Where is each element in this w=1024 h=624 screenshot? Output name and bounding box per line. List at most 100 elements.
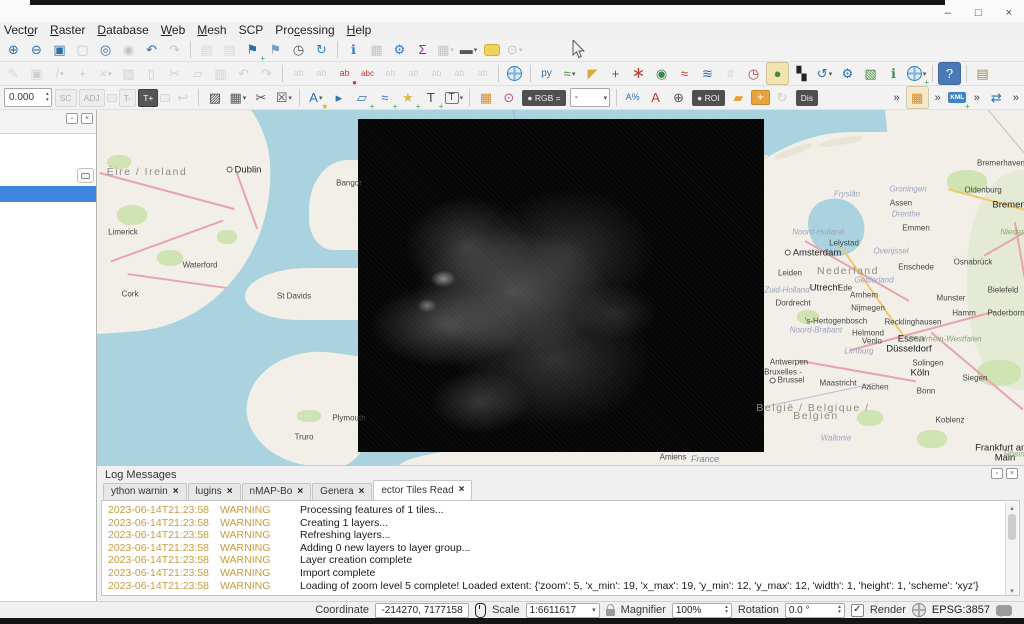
add-polygon-icon[interactable]: ▱+ [351, 87, 372, 108]
zoom-out-icon[interactable]: ⊖ [26, 39, 47, 60]
wps-gear-icon[interactable]: ⚙ [837, 63, 858, 84]
metasearch-globe-icon[interactable] [504, 63, 525, 84]
identify-features-icon[interactable]: ℹ [343, 39, 364, 60]
menu-database[interactable]: Database [90, 23, 155, 37]
python-console-icon[interactable]: py [536, 63, 557, 84]
topology-icon[interactable]: # [720, 63, 741, 84]
menu-processing[interactable]: Processing [268, 23, 341, 37]
paste-features-icon[interactable]: ▥ [210, 63, 231, 84]
vertex-tool-icon[interactable]: ×▾ [95, 63, 116, 84]
log-tab[interactable]: Genera× [312, 483, 372, 500]
new-bookmark-icon[interactable]: ▤ [196, 39, 217, 60]
undo-history-icon[interactable]: ↺▾ [814, 63, 835, 84]
coordinate-capture-icon[interactable]: + [605, 63, 626, 84]
statistical-summary-icon[interactable]: Σ [412, 39, 433, 60]
scp-preview-icon[interactable]: ⊙ [498, 87, 519, 108]
zoom-full-icon[interactable]: ▣ [49, 39, 70, 60]
rgb-combo[interactable]: -▾ [570, 88, 611, 107]
t-minus-button[interactable]: T- [119, 89, 137, 107]
log-tab[interactable]: ython warnin× [103, 483, 187, 500]
favorites-icon[interactable]: ● [766, 62, 789, 85]
menu-web[interactable]: Web [154, 23, 192, 37]
scp-bandset-icon[interactable]: ▦ [475, 87, 496, 108]
coordinate-input[interactable]: -214270, 7177158 [375, 603, 469, 618]
angle-spinbox[interactable]: 0.000▴▾ [4, 88, 52, 107]
rotation-spin[interactable]: 0.0 °▴▾ [785, 603, 845, 618]
roi-redo-icon[interactable]: ↻ [772, 87, 793, 108]
scp-zoom-icon[interactable]: ⊕ [668, 87, 689, 108]
menu-scp[interactable]: SCP [232, 23, 271, 37]
timer-icon[interactable]: ◷ [743, 63, 764, 84]
menu-raster[interactable]: Raster [43, 23, 92, 37]
scale-combo[interactable]: 1:6611617▾ [526, 603, 600, 618]
tab-close-icon[interactable]: × [173, 487, 179, 497]
scp-percent-icon[interactable]: A% [622, 87, 643, 108]
copy-features-icon[interactable]: ▱ [187, 63, 208, 84]
layer-info-icon[interactable]: ℹ [883, 63, 904, 84]
log-list[interactable]: 2023-06-14T21:23:58WARNINGProcessing fea… [101, 500, 1020, 596]
scp-calc-icon[interactable]: ▦ [906, 86, 929, 109]
measure-icon[interactable]: ▬▾ [458, 39, 479, 60]
tab-close-icon[interactable]: × [459, 485, 465, 495]
style-manager-icon[interactable]: ▨ [204, 87, 225, 108]
t-plus-button[interactable]: T+ [138, 89, 158, 107]
add-star-icon[interactable]: ★+ [397, 87, 418, 108]
kml-export-icon[interactable]: KML+ [947, 87, 968, 108]
temporal-controller-icon[interactable]: ◷ [288, 39, 309, 60]
toggle-editing-icon[interactable]: ✎ [3, 63, 24, 84]
processing-toolbox-icon[interactable]: ⚙ [389, 39, 410, 60]
azimuth-icon[interactable]: ◤ [582, 63, 603, 84]
label-highlight-icon[interactable]: abc [357, 63, 378, 84]
raster-toolbar-icon[interactable]: ▦▾ [227, 87, 248, 108]
add-text-icon[interactable]: T+ [420, 87, 441, 108]
save-edits-icon[interactable]: ▣ [26, 63, 47, 84]
log-tab[interactable]: ector Tiles Read× [373, 480, 472, 500]
bookmark-manager-icon[interactable]: ⚑ [265, 39, 286, 60]
refresh-map-icon[interactable]: ↻ [311, 39, 332, 60]
messages-icon[interactable] [996, 605, 1012, 616]
overflow-chevron[interactable]: » [974, 92, 980, 104]
move-label-icon[interactable]: ab [426, 63, 447, 84]
zoom-last-icon[interactable]: ↶ [141, 39, 162, 60]
attribute-table-icon[interactable]: ▦ [366, 39, 387, 60]
globe-layers-icon[interactable]: ▧ [860, 63, 881, 84]
checker-icon[interactable]: ▚ [791, 63, 812, 84]
database-icon[interactable]: ▤ [972, 63, 993, 84]
back-arrow-icon[interactable]: ↩ [172, 87, 193, 108]
change-label-icon[interactable]: ab [472, 63, 493, 84]
geoprocessing-gear-icon[interactable]: ∗ [628, 63, 649, 84]
label-toolbar-icon-1[interactable]: ab [288, 63, 309, 84]
data-table-icon[interactable]: ▦▾ [435, 39, 456, 60]
log-tab[interactable]: lugins× [188, 483, 241, 500]
rotate-label-icon[interactable]: ab [449, 63, 470, 84]
render-checkbox[interactable]: ✓ [851, 604, 864, 617]
label-toolbar-icon-2[interactable]: ab [311, 63, 332, 84]
roi-polygon-icon[interactable]: ▰ [728, 87, 749, 108]
tab-close-icon[interactable]: × [359, 487, 365, 497]
raster-clip-icon[interactable]: ✂ [250, 87, 271, 108]
layers-stack-icon[interactable]: ≋ [697, 63, 718, 84]
close-icon[interactable]: × [1006, 8, 1012, 19]
delete-selected-icon[interactable]: ▯ [141, 63, 162, 84]
undo-icon[interactable]: ↶ [233, 63, 254, 84]
maximize-icon[interactable]: □ [975, 8, 982, 19]
dock-collapse-button[interactable] [77, 168, 94, 183]
blank-button-1[interactable] [107, 94, 117, 102]
sc-button[interactable]: SC [55, 89, 77, 107]
zoom-in-icon[interactable]: ⊕ [3, 39, 24, 60]
magnifier-spin[interactable]: 100%▴▾ [672, 603, 732, 618]
selected-layer-row[interactable] [0, 186, 96, 202]
blank-button-2[interactable] [160, 94, 170, 102]
scroll-up-icon[interactable]: ▴ [1006, 502, 1018, 513]
show-bookmarks-icon[interactable]: ▤ [219, 39, 240, 60]
geotag-icon[interactable]: ◉ [651, 63, 672, 84]
temporal-wave-icon[interactable]: ≈ [674, 63, 695, 84]
layer-labeling-icon[interactable]: ab● [334, 63, 355, 84]
overflow-chevron[interactable]: » [894, 92, 900, 104]
io-arrows-icon[interactable]: ⇄ [986, 87, 1007, 108]
extents-icon[interactable] [475, 603, 486, 618]
map-tips-icon[interactable] [481, 39, 502, 60]
dock-float-icon[interactable]: ▫ [66, 113, 78, 124]
select-pointer-icon[interactable]: ▸ [328, 87, 349, 108]
scroll-down-icon[interactable]: ▾ [1006, 585, 1018, 596]
